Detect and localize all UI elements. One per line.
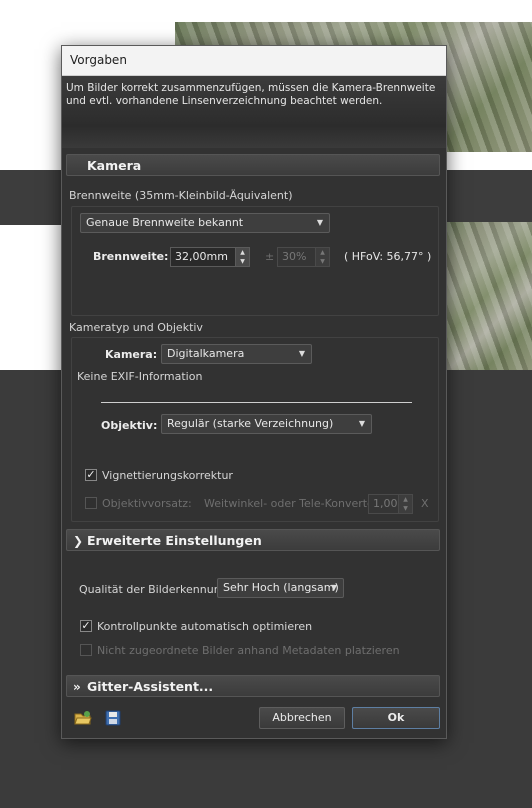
preferences-dialog: Vorgaben Um Bilder korrekt zusammenzufüg… bbox=[61, 45, 447, 739]
metadata-checkbox[interactable] bbox=[80, 644, 92, 656]
advanced-section-header[interactable]: ❯ Erweiterte Einstellungen bbox=[66, 529, 440, 551]
spin-arrows-icon[interactable]: ▲ ▼ bbox=[235, 248, 249, 266]
lens-value: Regulär (starke Verzeichnung) bbox=[167, 417, 334, 430]
lens-select[interactable]: Regulär (starke Verzeichnung) ▼ bbox=[161, 414, 372, 434]
save-floppy-icon[interactable] bbox=[104, 709, 122, 727]
cancel-button[interactable]: Abbrechen bbox=[259, 707, 345, 729]
background-photo-middle bbox=[440, 222, 532, 370]
chevron-down-icon: ▼ bbox=[358, 419, 365, 428]
spin-arrows-icon[interactable]: ▲ ▼ bbox=[315, 248, 329, 266]
vignetting-checkbox[interactable]: ✓ bbox=[85, 469, 97, 481]
dialog-info-text: Um Bilder korrekt zusammenzufügen, müsse… bbox=[62, 76, 446, 148]
vignetting-label: Vignettierungskorrektur bbox=[102, 469, 233, 482]
converter-label: Weitwinkel- oder Tele-Konverter bbox=[204, 497, 379, 510]
camera-label: Kamera: bbox=[105, 348, 158, 361]
chevron-down-icon: ▼ bbox=[330, 583, 337, 592]
camera-value: Digitalkamera bbox=[167, 347, 245, 360]
quality-value: Sehr Hoch (langsam) bbox=[223, 581, 339, 594]
focal-mode-value: Genaue Brennweite bekannt bbox=[86, 216, 244, 229]
tolerance-spinbox[interactable]: 30% ▲ ▼ bbox=[277, 247, 330, 267]
lens-label: Objektiv: bbox=[101, 419, 158, 432]
converter-unit: X bbox=[421, 497, 429, 510]
metadata-label: Nicht zugeordnete Bilder anhand Metadate… bbox=[97, 644, 400, 657]
grid-assistant-header[interactable]: » Gitter-Assistent... bbox=[66, 675, 440, 697]
camera-section-header[interactable]: Kamera bbox=[66, 154, 440, 176]
open-folder-icon[interactable] bbox=[74, 709, 92, 727]
chevron-down-icon: ❯ bbox=[73, 534, 84, 548]
chevron-down-icon: ▼ bbox=[298, 349, 305, 358]
focal-group-label: Brennweite (35mm-Kleinbild-Äquivalent) bbox=[69, 189, 293, 202]
attachment-checkbox[interactable] bbox=[85, 497, 97, 509]
hfov-readout: ( HFoV: 56,77° ) bbox=[344, 250, 432, 263]
attachment-label: Objektivvorsatz: bbox=[102, 497, 192, 510]
focal-mode-select[interactable]: Genaue Brennweite bekannt ▼ bbox=[80, 213, 330, 233]
focal-length-value: 32,00mm bbox=[175, 250, 228, 263]
quality-select[interactable]: Sehr Hoch (langsam) ▼ bbox=[217, 578, 344, 598]
exif-info-text: Keine EXIF-Information bbox=[77, 370, 203, 383]
camera-type-group-label: Kameratyp und Objektiv bbox=[69, 321, 203, 334]
optimize-checkbox[interactable]: ✓ bbox=[80, 620, 92, 632]
grid-assistant-label: Gitter-Assistent... bbox=[87, 679, 214, 694]
dialog-title: Vorgaben bbox=[62, 46, 446, 76]
ok-button[interactable]: Ok bbox=[352, 707, 440, 729]
quality-label: Qualität der Bilderkennung: bbox=[79, 583, 232, 596]
camera-section-label: Kamera bbox=[87, 158, 142, 173]
camera-select[interactable]: Digitalkamera ▼ bbox=[161, 344, 312, 364]
tolerance-value: 30% bbox=[282, 250, 307, 263]
spin-arrows-icon[interactable]: ▲ ▼ bbox=[398, 495, 412, 513]
focal-length-spinbox[interactable]: 32,00mm ▲ ▼ bbox=[170, 247, 250, 267]
optimize-label: Kontrollpunkte automatisch optimieren bbox=[97, 620, 313, 633]
converter-spinbox[interactable]: 1,00 ▲ ▼ bbox=[368, 494, 413, 514]
chevron-down-icon: ▼ bbox=[316, 218, 323, 227]
converter-value: 1,00 bbox=[373, 497, 398, 510]
focal-length-label: Brennweite: bbox=[93, 250, 169, 263]
advanced-section-label: Erweiterte Einstellungen bbox=[87, 533, 262, 548]
separator-line bbox=[101, 402, 412, 403]
double-chevron-right-icon: » bbox=[73, 680, 81, 694]
tolerance-symbol: ± bbox=[265, 250, 275, 263]
